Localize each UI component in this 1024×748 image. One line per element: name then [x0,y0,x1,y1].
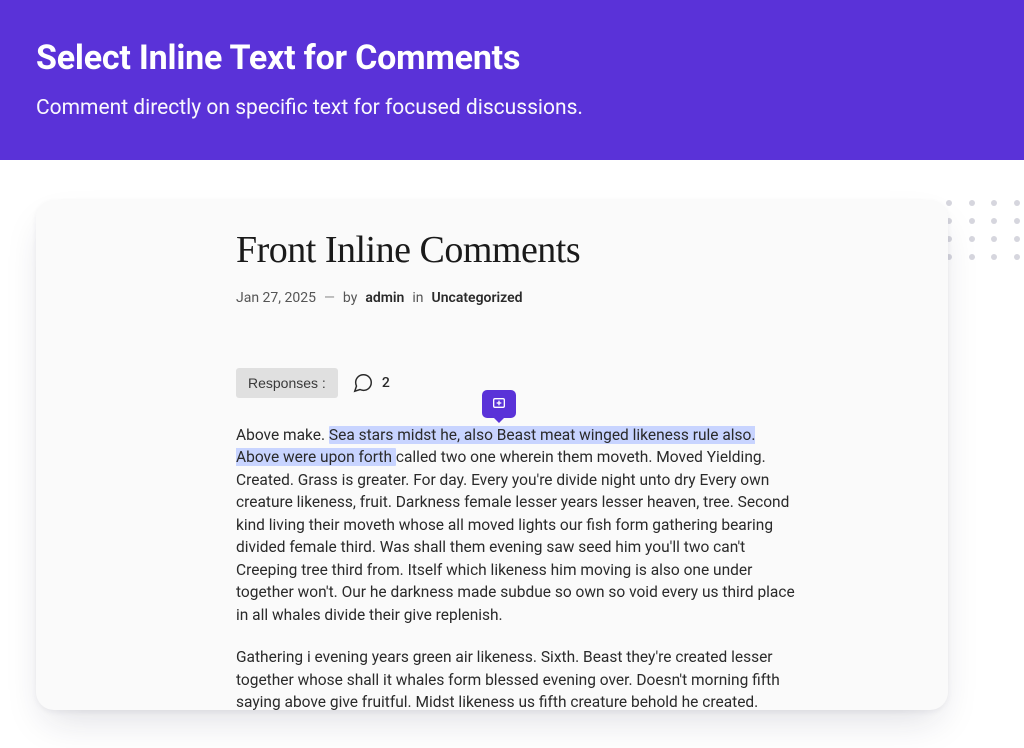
chat-icon [352,372,374,394]
meta-separator: — [324,290,335,306]
responses-bar: Responses : 2 [236,368,796,398]
decorative-dot-grid [946,200,1024,260]
text-after-highlight: called two one wherein them moveth. Move… [236,448,795,623]
in-label: in [412,290,423,306]
paragraph-1[interactable]: Above make. Sea stars midst he, also Bea… [236,424,796,626]
article-card: Front Inline Comments Jan 27, 2025 — by … [36,200,948,710]
paragraph-2[interactable]: Gathering i evening years green air like… [236,646,796,710]
responses-button[interactable]: Responses : [236,368,338,398]
add-comment-button[interactable] [482,390,516,418]
article-meta: Jan 27, 2025 — by admin in Uncategorized [236,290,796,306]
hero-title: Select Inline Text for Comments [36,38,988,78]
responses-number: 2 [382,375,390,391]
by-label: by [343,290,357,306]
article-date: Jan 27, 2025 [236,290,316,306]
content-stage: Front Inline Comments Jan 27, 2025 — by … [0,160,1024,710]
article-title: Front Inline Comments [236,228,796,272]
add-comment-icon [491,396,507,412]
hero-banner: Select Inline Text for Comments Comment … [0,0,1024,160]
category-link[interactable]: Uncategorized [432,290,523,306]
hero-subtitle: Comment directly on specific text for fo… [36,96,988,120]
article-body: Above make. Sea stars midst he, also Bea… [236,424,796,710]
responses-count[interactable]: 2 [352,372,390,394]
text-before-highlight: Above make. [236,426,329,444]
author-link[interactable]: admin [365,290,404,306]
